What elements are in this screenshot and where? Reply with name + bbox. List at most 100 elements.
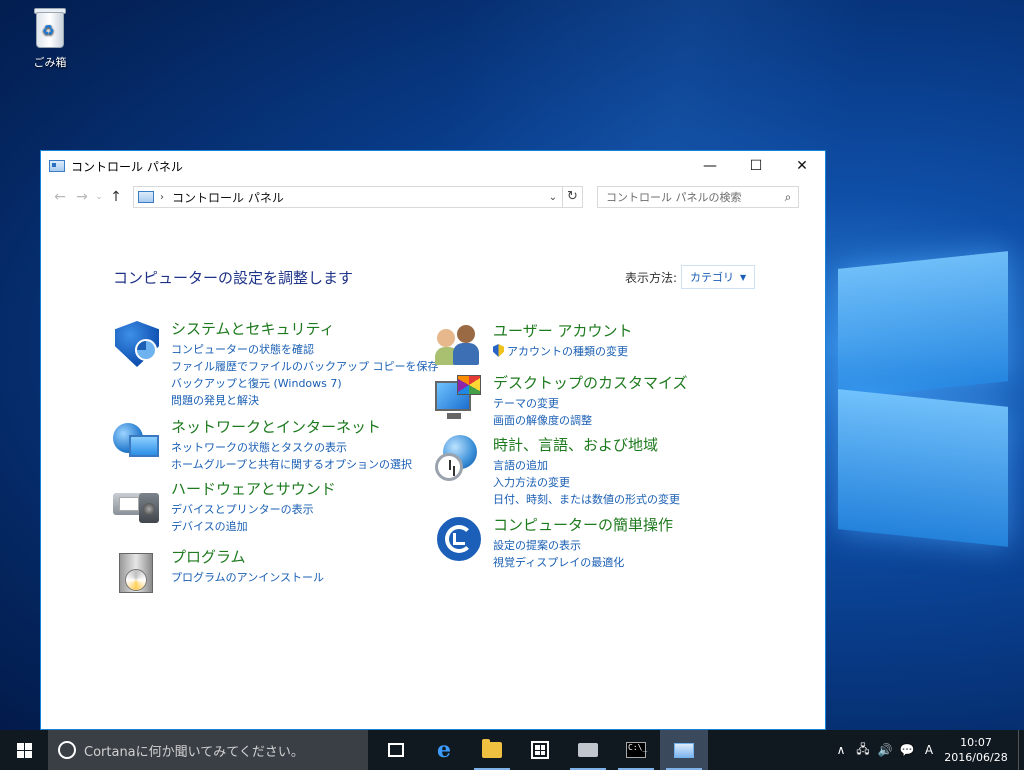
title-bar[interactable]: コントロール パネル — ☐ ✕ <box>41 151 825 181</box>
minimize-button[interactable]: — <box>687 151 733 181</box>
category-title[interactable]: ハードウェアとサウンド <box>171 479 336 499</box>
control-panel-icon <box>49 160 65 172</box>
category-hardware-sound: ハードウェアとサウンド デバイスとプリンターの表示 デバイスの追加 <box>113 479 336 535</box>
category-link[interactable]: コンピューターの状態を確認 <box>171 341 439 358</box>
file-explorer-icon <box>482 739 502 758</box>
clock[interactable]: 10:07 2016/06/28 <box>940 735 1012 765</box>
volume-icon[interactable]: 🔊 <box>874 743 896 757</box>
close-button[interactable]: ✕ <box>779 151 825 181</box>
desktop-monitor-icon[interactable] <box>435 373 483 421</box>
refresh-button[interactable]: ↻ <box>562 187 582 207</box>
window-title: コントロール パネル <box>71 159 183 174</box>
taskbar-control-panel[interactable] <box>660 730 708 770</box>
recent-locations-button[interactable]: ⌄ <box>93 186 105 208</box>
category-clock-language-region: 時計、言語、および地域 言語の追加 入力方法の変更 日付、時刻、または数値の形式… <box>435 435 680 508</box>
category-link[interactable]: バックアップと復元 (Windows 7) <box>171 375 439 392</box>
recycle-bin-icon: ♻ <box>32 6 68 50</box>
devices-printers-icon <box>578 743 598 757</box>
control-panel-window: コントロール パネル — ☐ ✕ ← → ⌄ ↑ › コントロール パネル ⌄ … <box>40 150 826 730</box>
category-link[interactable]: デバイスとプリンターの表示 <box>171 501 336 518</box>
printer-speaker-icon[interactable] <box>113 479 161 527</box>
taskbar-edge[interactable]: e <box>420 730 468 770</box>
search-icon[interactable]: ⌕ <box>778 190 798 205</box>
task-view-icon <box>388 743 404 757</box>
category-title[interactable]: コンピューターの簡単操作 <box>493 515 673 535</box>
edge-icon: e <box>437 737 451 763</box>
task-view-button[interactable] <box>372 730 420 770</box>
cortana-search-box[interactable]: Cortanaに何か聞いてみてください。 <box>48 730 368 770</box>
maximize-button[interactable]: ☐ <box>733 151 779 181</box>
address-bar[interactable]: › コントロール パネル ⌄ ↻ <box>133 186 583 208</box>
security-shield-icon[interactable] <box>113 319 161 367</box>
clock-globe-icon[interactable] <box>435 435 483 483</box>
clock-date: 2016/06/28 <box>944 751 1008 764</box>
category-title[interactable]: プログラム <box>171 547 324 567</box>
control-panel-icon <box>674 742 694 758</box>
control-panel-content: コンピューターの設定を調整します 表示方法: カテゴリ ▼ システムとセキュリテ… <box>41 213 825 729</box>
category-link[interactable]: 視覚ディスプレイの最適化 <box>493 554 673 571</box>
category-title[interactable]: 時計、言語、および地域 <box>493 435 680 455</box>
category-link[interactable]: 問題の発見と解決 <box>171 392 439 409</box>
navigation-bar: ← → ⌄ ↑ › コントロール パネル ⌄ ↻ ⌕ <box>41 181 825 213</box>
windows-start-icon <box>16 742 32 758</box>
category-link[interactable]: 画面の解像度の調整 <box>493 412 688 429</box>
breadcrumb-control-panel[interactable]: コントロール パネル <box>172 189 544 206</box>
view-by-label: 表示方法: <box>625 270 678 285</box>
programs-box-icon[interactable] <box>113 547 161 595</box>
category-title[interactable]: ユーザー アカウント <box>493 321 632 341</box>
category-link-with-shield[interactable]: アカウントの種類の変更 <box>493 343 632 360</box>
category-title[interactable]: デスクトップのカスタマイズ <box>493 373 688 393</box>
category-link[interactable]: ホームグループと共有に関するオプションの選択 <box>171 456 412 473</box>
control-panel-icon <box>138 191 154 203</box>
back-button[interactable]: ← <box>49 186 71 208</box>
network-icon[interactable]: 🖧 <box>852 740 874 761</box>
category-link[interactable]: デバイスの追加 <box>171 518 336 535</box>
category-title[interactable]: ネットワークとインターネット <box>171 417 412 437</box>
recycle-bin-label: ごみ箱 <box>33 56 67 69</box>
taskbar-file-explorer[interactable] <box>468 730 516 770</box>
ease-of-access-icon[interactable] <box>435 515 483 563</box>
category-desktop-customization: デスクトップのカスタマイズ テーマの変更 画面の解像度の調整 <box>435 373 688 429</box>
taskbar-command-prompt[interactable]: C:\_ <box>612 730 660 770</box>
cortana-placeholder: Cortanaに何か聞いてみてください。 <box>84 744 304 760</box>
forward-button[interactable]: → <box>71 186 93 208</box>
recycle-bin[interactable]: ♻ ごみ箱 <box>22 6 78 70</box>
user-accounts-icon[interactable] <box>435 321 483 369</box>
view-by-select[interactable]: カテゴリ ▼ <box>681 265 756 289</box>
show-desktop-button[interactable] <box>1018 730 1024 770</box>
windows-logo-wallpaper <box>812 230 1024 547</box>
category-link[interactable]: ネットワークの状態とタスクの表示 <box>171 439 412 456</box>
start-button[interactable] <box>0 730 48 770</box>
taskbar-apps: e C:\_ <box>372 730 708 770</box>
category-ease-of-access: コンピューターの簡単操作 設定の提案の表示 視覚ディスプレイの最適化 <box>435 515 673 571</box>
category-link[interactable]: 入力方法の変更 <box>493 474 680 491</box>
search-box[interactable]: ⌕ <box>597 186 799 208</box>
network-globe-icon[interactable] <box>113 417 161 465</box>
taskbar-devices[interactable] <box>564 730 612 770</box>
category-link[interactable]: 言語の追加 <box>493 457 680 474</box>
category-link[interactable]: 日付、時刻、または数値の形式の変更 <box>493 491 680 508</box>
category-link-label: アカウントの種類の変更 <box>507 345 628 358</box>
view-by: 表示方法: カテゴリ ▼ <box>625 265 756 289</box>
ime-indicator[interactable]: A <box>918 743 940 757</box>
category-network-internet: ネットワークとインターネット ネットワークの状態とタスクの表示 ホームグループと… <box>113 417 412 473</box>
notifications-icon[interactable]: 💬 <box>896 743 918 757</box>
uac-shield-icon <box>493 344 504 357</box>
category-programs: プログラム プログラムのアンインストール <box>113 547 324 595</box>
category-link[interactable]: プログラムのアンインストール <box>171 569 324 586</box>
breadcrumb-separator[interactable]: › <box>160 192 164 203</box>
category-link[interactable]: ファイル履歴でファイルのバックアップ コピーを保存 <box>171 358 439 375</box>
page-title: コンピューターの設定を調整します <box>113 269 354 287</box>
cortana-icon <box>58 741 76 759</box>
category-link[interactable]: テーマの変更 <box>493 395 688 412</box>
search-input[interactable] <box>606 190 778 204</box>
taskbar-store[interactable] <box>516 730 564 770</box>
up-button[interactable]: ↑ <box>105 186 127 208</box>
category-title[interactable]: システムとセキュリティ <box>171 319 439 339</box>
category-user-accounts: ユーザー アカウント アカウントの種類の変更 <box>435 321 632 369</box>
show-hidden-icons-button[interactable]: ∧ <box>830 743 852 757</box>
taskbar: Cortanaに何か聞いてみてください。 e C:\_ ∧ 🖧 🔊 💬 A 10… <box>0 730 1024 770</box>
category-link[interactable]: 設定の提案の表示 <box>493 537 673 554</box>
address-dropdown-button[interactable]: ⌄ <box>544 192 562 203</box>
category-system-security: システムとセキュリティ コンピューターの状態を確認 ファイル履歴でファイルのバッ… <box>113 319 439 409</box>
